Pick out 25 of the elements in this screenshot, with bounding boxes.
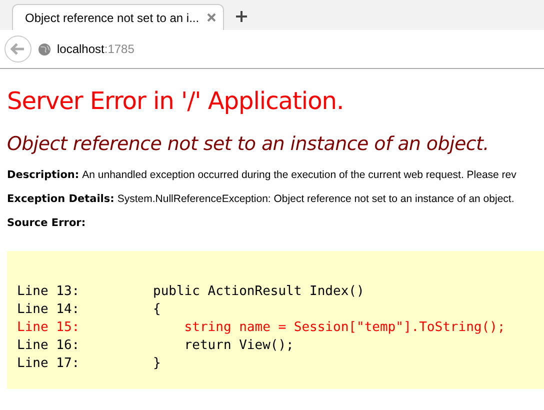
line-number: Line 13: — [17, 283, 81, 301]
browser-tab[interactable]: Object reference not set to an i... — [12, 4, 224, 30]
code-line: public ActionResult Index() — [153, 283, 364, 301]
new-tab-icon[interactable] — [236, 11, 247, 22]
field-label: Exception Details: — [7, 193, 114, 205]
field-label: Description: — [7, 169, 80, 181]
code-line: string name = Session["temp"].ToString(); — [183, 319, 506, 337]
close-icon[interactable] — [207, 13, 216, 22]
globe-icon — [38, 42, 51, 56]
error-title: Server Error in '/' Application. — [7, 87, 345, 115]
code-line: } — [153, 355, 161, 373]
line-number: Line 14: — [17, 301, 81, 319]
code-line: { — [153, 301, 161, 319]
field-text: An unhandled exception occurred during the execution of the current web request. Please rev — [82, 169, 516, 181]
tab-title: Object reference not set to an i... — [25, 10, 200, 24]
code-line: return View(); — [183, 337, 294, 355]
field-label: Source Error: — [7, 217, 86, 229]
url-host: localhost — [57, 42, 104, 56]
line-number: Line 16: — [17, 337, 81, 355]
url-port: :1785 — [104, 42, 134, 56]
error-message: Object reference not set to an instance of an object. — [7, 133, 490, 155]
line-number: Line 17: — [17, 355, 81, 373]
field-text: System.NullReferenceException: Object reference not set to an instance of an object. — [117, 193, 514, 205]
address-field[interactable]: localhost:1785 — [57, 42, 134, 56]
line-number: Line 15: — [17, 319, 81, 337]
